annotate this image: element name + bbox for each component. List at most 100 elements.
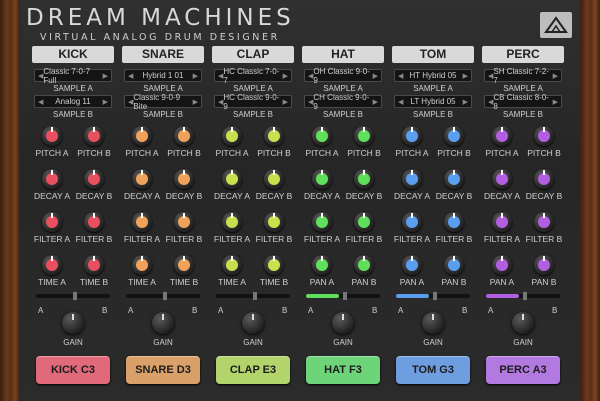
param-knob[interactable] [222,212,242,232]
sample-a-selector[interactable]: ◀ HC Classic 7-0-7 ▶ [214,67,292,85]
param-knob[interactable] [492,255,512,275]
param-knob[interactable] [534,212,554,232]
param-knob[interactable] [42,212,62,232]
prev-arrow-icon[interactable]: ◀ [398,72,403,80]
param-knob[interactable] [264,169,284,189]
prev-arrow-icon[interactable]: ◀ [38,98,43,106]
param-knob[interactable] [42,169,62,189]
gain-knob[interactable] [152,312,174,334]
param-knob[interactable] [42,126,62,146]
trigger-pad[interactable]: TOM G3 [396,356,470,384]
param-knob[interactable] [312,126,332,146]
ab-mix-slider[interactable] [216,292,290,300]
param-knob[interactable] [174,126,194,146]
param-knob[interactable] [492,169,512,189]
param-knob[interactable] [354,255,374,275]
trigger-pad[interactable]: PERC A3 [486,356,560,384]
param-knob[interactable] [492,212,512,232]
trigger-pad[interactable]: HAT F3 [306,356,380,384]
sample-b-selector[interactable]: ◀ LT Hybrid 05 ▶ [394,95,472,108]
param-knob[interactable] [444,212,464,232]
ab-mix-slider[interactable] [126,292,200,300]
sample-a-selector[interactable]: ◀ SH Classic 7-2-7 ▶ [484,67,562,85]
param-knob[interactable] [222,126,242,146]
next-arrow-icon[interactable]: ▶ [283,98,288,106]
param-knob[interactable] [444,255,464,275]
next-arrow-icon[interactable]: ▶ [553,72,558,80]
param-knob[interactable] [132,212,152,232]
ab-mix-slider[interactable] [486,292,560,300]
param-knob[interactable] [312,212,332,232]
gain-knob[interactable] [62,312,84,334]
ab-mix-slider[interactable] [36,292,110,300]
sample-b-selector[interactable]: ◀ Classic 9-0-9 Bite ▶ [124,93,202,111]
trigger-pad[interactable]: CLAP E3 [216,356,290,384]
param-knob[interactable] [402,169,422,189]
param-knob[interactable] [534,169,554,189]
param-knob[interactable] [534,126,554,146]
param-knob[interactable] [264,212,284,232]
param-knob[interactable] [222,169,242,189]
param-knob[interactable] [444,126,464,146]
param-knob[interactable] [84,169,104,189]
ab-mix-handle[interactable] [163,292,167,300]
param-knob[interactable] [174,212,194,232]
param-knob[interactable] [132,126,152,146]
param-knob[interactable] [174,169,194,189]
param-knob[interactable] [132,255,152,275]
next-arrow-icon[interactable]: ▶ [553,98,558,106]
ab-mix-handle[interactable] [343,292,347,300]
gain-knob[interactable] [422,312,444,334]
next-arrow-icon[interactable]: ▶ [103,98,108,106]
param-knob[interactable] [444,169,464,189]
param-knob[interactable] [534,255,554,275]
gain-knob[interactable] [512,312,534,334]
param-knob[interactable] [222,255,242,275]
gain-knob[interactable] [332,312,354,334]
next-arrow-icon[interactable]: ▶ [193,98,198,106]
param-knob[interactable] [402,255,422,275]
param-knob[interactable] [174,255,194,275]
param-knob[interactable] [354,212,374,232]
ab-mix-handle[interactable] [253,292,257,300]
sample-b-selector[interactable]: ◀ HC Classic 9-0-9 ▶ [214,93,292,111]
sample-b-selector[interactable]: ◀ CB Classic 8-0-8 ▶ [484,93,562,111]
param-knob[interactable] [492,126,512,146]
prev-arrow-icon[interactable]: ◀ [398,98,403,106]
param-knob[interactable] [84,126,104,146]
sample-b-selector[interactable]: ◀ CH Classic 9-0-9 ▶ [304,93,382,111]
next-arrow-icon[interactable]: ▶ [373,72,378,80]
sample-b-selector[interactable]: ◀ Analog 11 ▶ [34,95,112,108]
sample-a-selector[interactable]: ◀ Classic 7-0-7 Full ▶ [34,67,112,85]
next-arrow-icon[interactable]: ▶ [463,72,468,80]
ab-mix-slider[interactable] [396,292,470,300]
param-knob[interactable] [84,255,104,275]
param-knob[interactable] [354,169,374,189]
param-knob[interactable] [42,255,62,275]
sample-a-selector[interactable]: ◀ Hybrid 1 01 ▶ [124,69,202,82]
next-arrow-icon[interactable]: ▶ [283,72,288,80]
next-arrow-icon[interactable]: ▶ [463,98,468,106]
ab-mix-handle[interactable] [73,292,77,300]
prev-arrow-icon[interactable]: ◀ [128,72,133,80]
param-knob[interactable] [264,255,284,275]
param-knob[interactable] [312,169,332,189]
next-arrow-icon[interactable]: ▶ [193,72,198,80]
param-knob[interactable] [312,255,332,275]
trigger-pad[interactable]: KICK C3 [36,356,110,384]
param-knob[interactable] [132,169,152,189]
trigger-pad[interactable]: SNARE D3 [126,356,200,384]
param-knob[interactable] [264,126,284,146]
gain-knob[interactable] [242,312,264,334]
sample-a-selector[interactable]: ◀ OH Classic 9-0-9 ▶ [304,67,382,85]
sample-a-selector[interactable]: ◀ HT Hybrid 05 ▶ [394,69,472,82]
ab-mix-handle[interactable] [433,292,437,300]
param-knob[interactable] [354,126,374,146]
ab-mix-handle[interactable] [523,292,527,300]
param-knob[interactable] [84,212,104,232]
next-arrow-icon[interactable]: ▶ [103,72,108,80]
ab-mix-slider[interactable] [306,292,380,300]
next-arrow-icon[interactable]: ▶ [373,98,378,106]
param-knob[interactable] [402,126,422,146]
param-knob[interactable] [402,212,422,232]
